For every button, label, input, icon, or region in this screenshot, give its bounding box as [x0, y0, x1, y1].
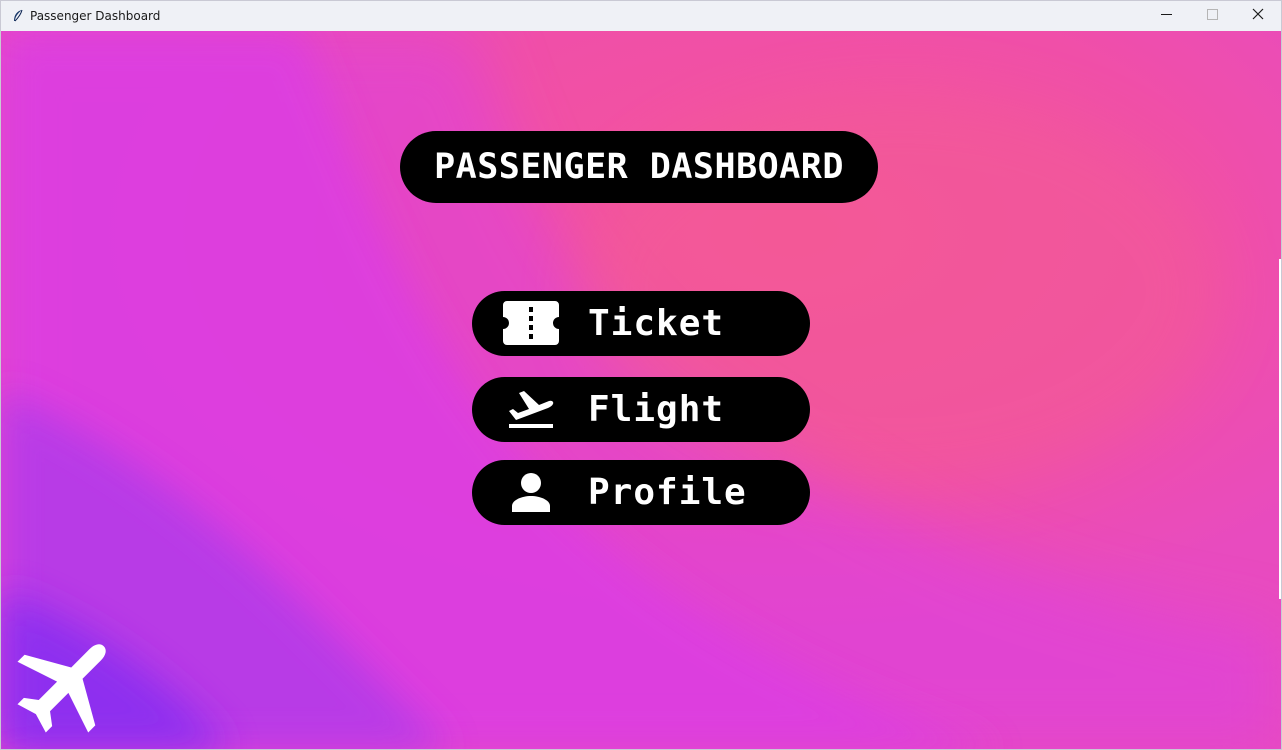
app-window: Passenger Dashboard PASSENGER DASHBOARD …	[0, 0, 1282, 750]
ticket-button[interactable]: Ticket	[472, 291, 810, 356]
ticket-icon	[502, 300, 560, 346]
flight-takeoff-icon	[502, 386, 560, 432]
feather-icon	[11, 8, 25, 24]
profile-button-label: Profile	[588, 472, 747, 513]
minimize-button[interactable]	[1143, 1, 1189, 31]
close-button[interactable]	[1235, 1, 1281, 31]
person-icon	[502, 469, 560, 515]
maximize-button[interactable]	[1189, 1, 1235, 31]
maximize-icon	[1206, 7, 1218, 25]
page-title: PASSENGER DASHBOARD	[400, 131, 878, 203]
minimize-icon	[1160, 7, 1172, 25]
flight-button-label: Flight	[588, 389, 725, 430]
window-controls	[1143, 1, 1281, 31]
edge-highlight	[1279, 259, 1281, 599]
airplane-icon	[13, 629, 121, 737]
window-title: Passenger Dashboard	[30, 9, 161, 23]
close-icon	[1252, 7, 1264, 25]
flight-button[interactable]: Flight	[472, 377, 810, 442]
dashboard-content: PASSENGER DASHBOARD Ticket Flight Profil…	[1, 31, 1281, 749]
ticket-button-label: Ticket	[588, 303, 725, 344]
title-bar[interactable]: Passenger Dashboard	[1, 1, 1281, 31]
profile-button[interactable]: Profile	[472, 460, 810, 525]
